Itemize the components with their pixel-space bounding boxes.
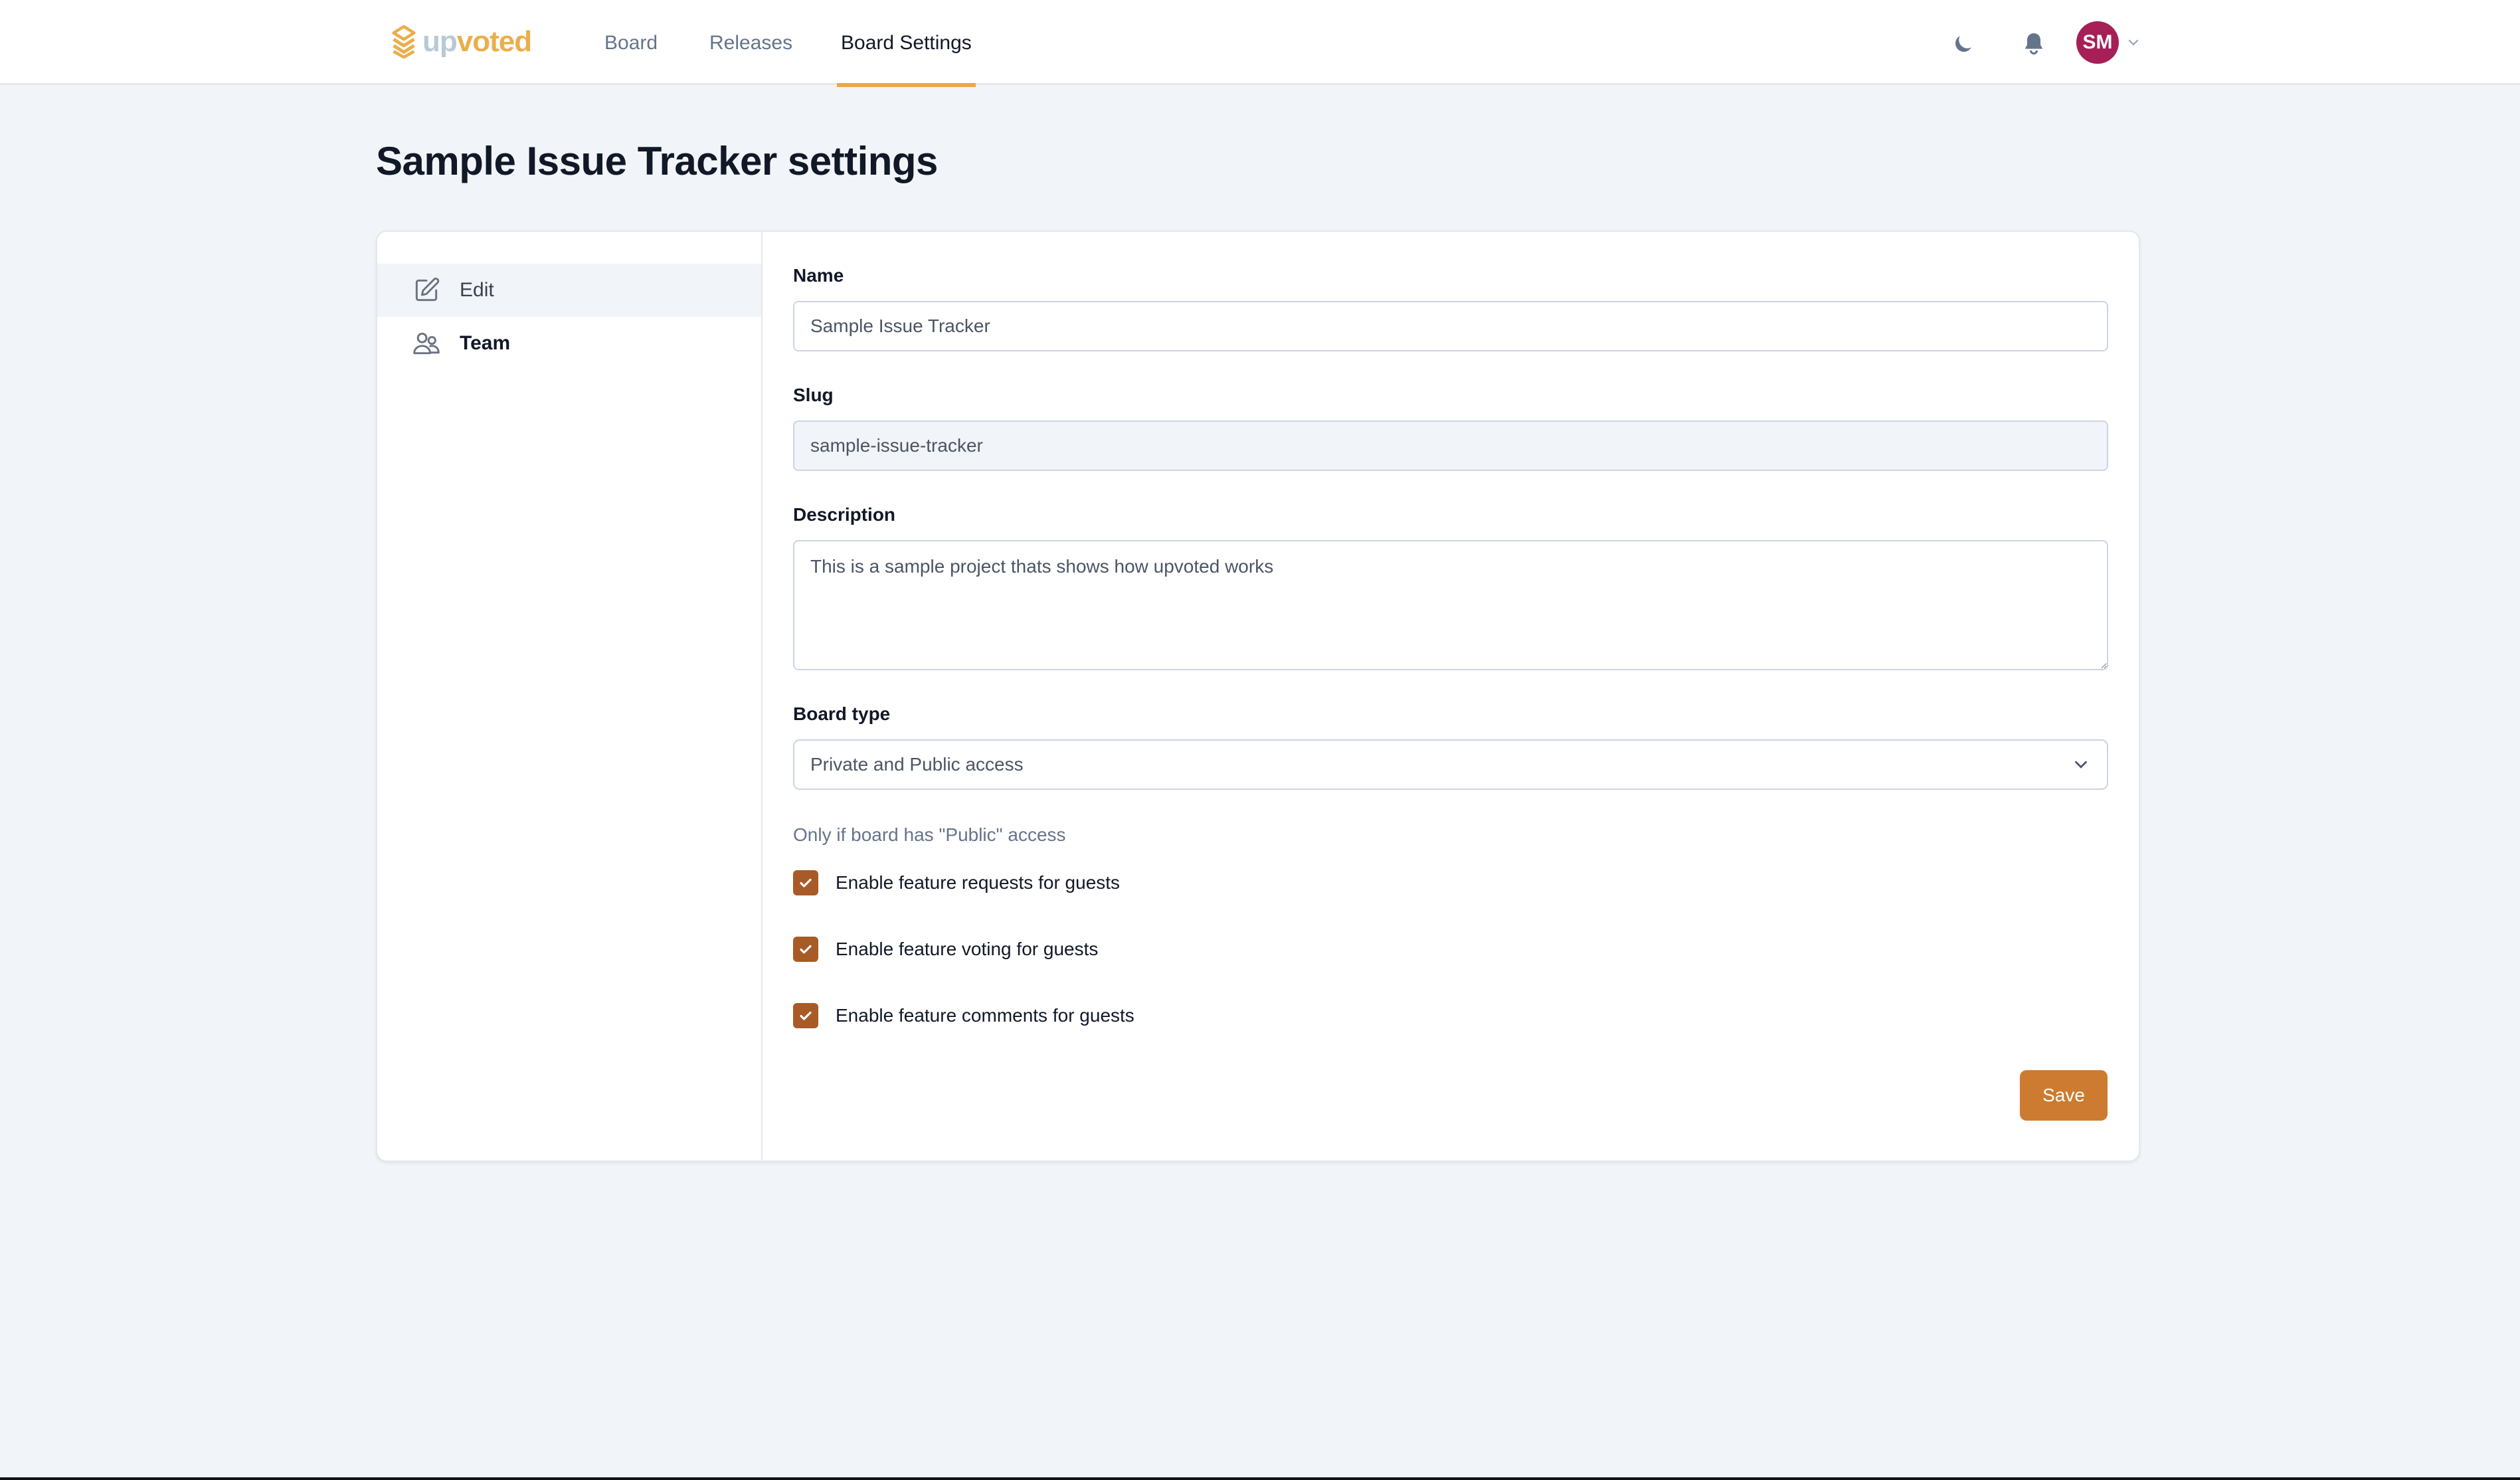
name-input[interactable] [793, 301, 2108, 351]
logo[interactable]: upvoted [391, 25, 532, 58]
edit-icon [415, 277, 440, 302]
chevron-down-icon[interactable] [2125, 35, 2141, 50]
logo-text-up: up [422, 25, 458, 58]
nav-releases[interactable]: Releases [709, 0, 792, 85]
settings-sidebar: Edit Team [377, 232, 763, 1160]
bell-icon [2025, 33, 2043, 54]
board-type-select[interactable]: Private and Public access [793, 739, 2108, 790]
chevron-down-icon [2075, 761, 2087, 769]
name-label: Name [793, 265, 844, 286]
notifications-button[interactable] [2015, 25, 2052, 62]
guest-comments-option: Enable feature comments for guests [793, 1002, 1134, 1029]
board-type-value: Private and Public access [810, 754, 1024, 775]
sidebar-item-label: Edit [460, 279, 494, 301]
moon-icon [1955, 36, 1971, 52]
description-label: Description [793, 504, 896, 525]
users-icon [413, 332, 440, 355]
guest-voting-option: Enable feature voting for guests [793, 936, 1098, 963]
guest-comments-checkbox[interactable] [793, 1003, 818, 1028]
logo-text: upvoted [422, 25, 532, 58]
guest-voting-checkbox[interactable] [793, 937, 818, 962]
settings-card: Edit Team Name Slug Description This is … [376, 231, 2140, 1162]
guest-comments-label[interactable]: Enable feature comments for guests [836, 1005, 1134, 1026]
save-button[interactable]: Save [2020, 1070, 2108, 1121]
top-navbar: upvoted Board Releases Board Settings SM [0, 0, 2520, 87]
guest-voting-label[interactable]: Enable feature voting for guests [836, 939, 1098, 960]
check-icon [800, 945, 812, 954]
guest-requests-checkbox[interactable] [793, 870, 818, 895]
nav-board-settings[interactable]: Board Settings [837, 0, 976, 87]
public-access-hint: Only if board has "Public" access [793, 824, 1066, 845]
page-title: Sample Issue Tracker settings [376, 139, 938, 183]
logo-text-voted: voted [456, 25, 532, 58]
check-icon [800, 1011, 812, 1020]
sidebar-item-edit[interactable]: Edit [377, 264, 761, 317]
sidebar-item-team[interactable]: Team [377, 317, 761, 370]
nav-board[interactable]: Board [604, 0, 658, 85]
guest-requests-option: Enable feature requests for guests [793, 870, 1120, 896]
slug-input[interactable] [793, 420, 2108, 471]
window-bottom-edge [0, 1477, 2520, 1480]
stack-logo-icon [392, 25, 416, 58]
slug-label: Slug [793, 385, 834, 405]
user-avatar[interactable]: SM [2076, 21, 2119, 64]
check-icon [800, 878, 812, 887]
description-textarea[interactable]: This is a sample project thats shows how… [793, 540, 2108, 670]
dark-mode-toggle[interactable] [1945, 25, 1982, 62]
sidebar-item-label: Team [460, 332, 511, 354]
guest-requests-label[interactable]: Enable feature requests for guests [836, 872, 1120, 893]
board-type-label: Board type [793, 703, 891, 724]
